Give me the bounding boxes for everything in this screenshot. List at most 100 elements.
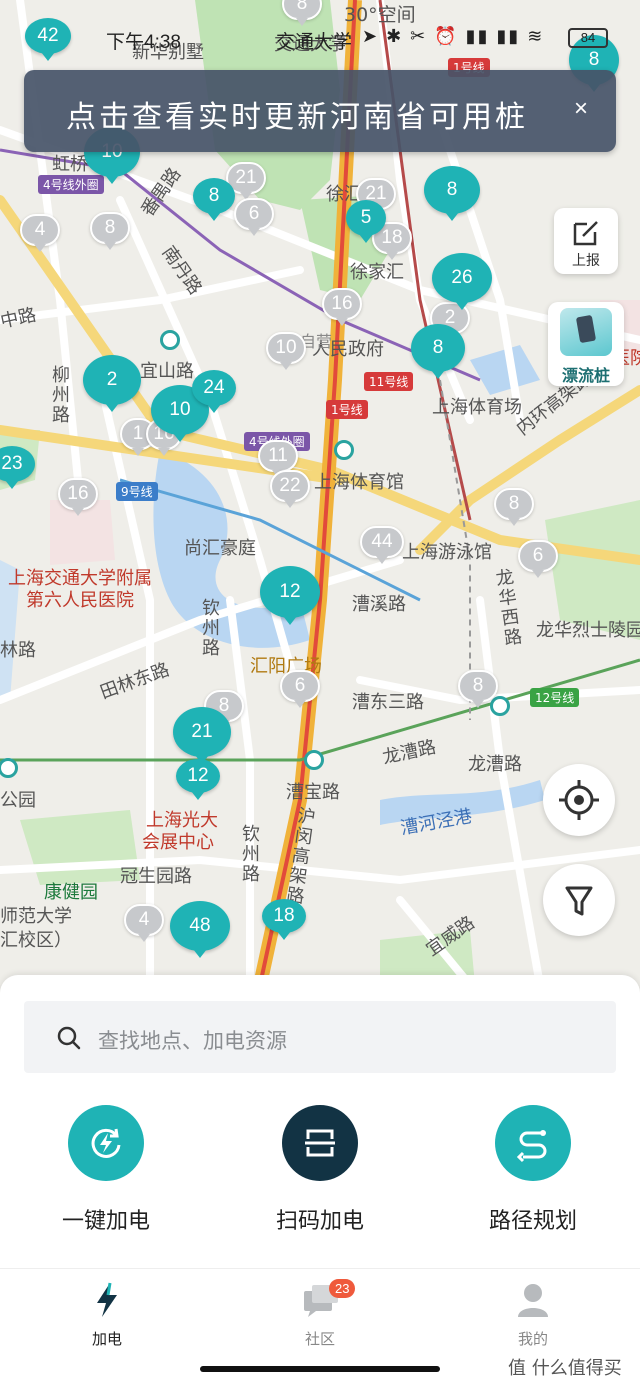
one-click-charge-icon xyxy=(68,1105,144,1181)
report-button[interactable]: 上报 xyxy=(554,208,618,274)
charger-marker-available[interactable]: 5 xyxy=(346,200,386,243)
tab-community[interactable]: 23 社区 xyxy=(265,1279,375,1349)
drift-charger-icon xyxy=(560,308,612,356)
charger-marker-available[interactable]: 26 xyxy=(432,253,492,310)
scan-charge-button[interactable]: 扫码加电 xyxy=(250,1105,390,1235)
place-label: 会展中心 xyxy=(142,832,214,853)
place-label: 漕溪路 xyxy=(352,594,406,615)
watermark: 值 什么值得买 xyxy=(508,1358,622,1379)
place-label: 公园 xyxy=(0,790,36,811)
place-label: 漕宝路 xyxy=(286,782,340,803)
drift-charger-label: 漂流桩 xyxy=(561,366,610,385)
search-bar[interactable]: 查找地点、加电资源 xyxy=(24,1001,616,1073)
battery-icon: 84 xyxy=(568,28,608,48)
status-icons: ➤ ✱ ✂ ⏰ ▮▮ ▮▮ ≋ xyxy=(362,26,545,46)
place-label: 林路 xyxy=(0,640,36,661)
filter-button[interactable] xyxy=(543,864,615,936)
metro-line-badge: 11号线 xyxy=(364,372,414,391)
status-time: 下午4:38 xyxy=(106,32,181,53)
charger-marker-unavailable[interactable]: 11 xyxy=(258,440,298,478)
place-label: 徐家汇 xyxy=(350,262,404,283)
scan-charge-label: 扫码加电 xyxy=(275,1209,364,1234)
metro-line-badge: 9号线 xyxy=(116,482,158,501)
metro-station-icon[interactable] xyxy=(304,750,324,770)
place-label: 龙华烈士陵园 xyxy=(536,620,640,641)
scan-icon xyxy=(282,1105,358,1181)
filter-icon xyxy=(565,886,593,916)
route-plan-button[interactable]: 路径规划 xyxy=(463,1105,603,1235)
place-label: 第六人民医院 xyxy=(26,590,134,611)
charger-marker-available[interactable]: 21 xyxy=(173,707,231,764)
charger-marker-unavailable[interactable]: 6 xyxy=(280,670,320,708)
status-network-label: 交通大学 xyxy=(276,32,353,53)
charger-marker-available[interactable]: 12 xyxy=(260,566,320,625)
charger-marker-unavailable[interactable]: 10 xyxy=(266,332,306,370)
tab-profile[interactable]: 我的 xyxy=(478,1281,588,1349)
place-label: 上海体育馆 xyxy=(314,472,404,493)
charger-marker-unavailable[interactable]: 4 xyxy=(20,214,60,252)
tab-charge-label: 加电 xyxy=(91,1330,122,1348)
charger-marker-available[interactable]: 48 xyxy=(170,901,230,958)
charger-marker-unavailable[interactable]: 6 xyxy=(234,198,274,236)
lightning-icon xyxy=(97,1282,117,1317)
report-label: 上报 xyxy=(572,253,600,269)
tab-charge[interactable]: 加电 xyxy=(52,1281,162,1349)
charger-marker-unavailable[interactable]: 22 xyxy=(270,470,310,508)
metro-station-icon[interactable] xyxy=(490,696,510,716)
tab-community-label: 社区 xyxy=(304,1330,335,1348)
close-icon[interactable]: × xyxy=(566,94,596,124)
charger-marker-available[interactable]: 8 xyxy=(424,166,480,221)
one-click-charge-button[interactable]: 一键加电 xyxy=(36,1105,176,1235)
banner-text: 点击查看实时更新河南省可用桩 xyxy=(66,100,528,135)
charger-marker-unavailable[interactable]: 16 xyxy=(58,478,98,516)
tab-bar: 加电 23 社区 我的 xyxy=(0,1268,640,1360)
drift-charger-button[interactable]: 漂流桩 xyxy=(548,302,624,386)
notice-banner[interactable]: 点击查看实时更新河南省可用桩 × xyxy=(24,70,616,152)
place-label: 虹桥 xyxy=(52,154,88,175)
metro-line-badge: 12号线 xyxy=(530,688,580,707)
charger-marker-available[interactable]: 2 xyxy=(83,355,141,412)
place-label: 上海游泳馆 xyxy=(402,542,492,563)
locate-button[interactable] xyxy=(543,764,615,836)
charger-marker-unavailable[interactable]: 16 xyxy=(322,288,362,326)
charger-marker-unavailable[interactable]: 8 xyxy=(494,488,534,526)
place-label: 宜山路 xyxy=(140,361,194,382)
place-label: 漕东三路 xyxy=(352,692,424,713)
search-placeholder: 查找地点、加电资源 xyxy=(98,1029,287,1053)
charger-marker-unavailable[interactable]: 4 xyxy=(124,904,164,942)
locate-icon xyxy=(559,780,599,820)
metro-station-icon[interactable] xyxy=(160,330,180,350)
place-label: 汇校区） xyxy=(0,930,72,951)
charger-marker-available[interactable]: 12 xyxy=(176,759,220,800)
charger-marker-available[interactable]: 8 xyxy=(193,178,235,221)
home-indicator xyxy=(200,1366,440,1372)
route-plan-label: 路径规划 xyxy=(488,1209,577,1234)
metro-station-icon[interactable] xyxy=(334,440,354,460)
place-label: 冠生园路 xyxy=(120,866,192,887)
community-badge: 23 xyxy=(329,1279,356,1298)
tab-profile-label: 我的 xyxy=(517,1330,548,1348)
metro-line-badge: 1号线 xyxy=(326,400,368,419)
charger-marker-unavailable[interactable]: 8 xyxy=(458,670,498,708)
metro-line-badge: 4号线外圈 xyxy=(38,175,104,194)
place-label: 龙漕路 xyxy=(468,754,522,775)
charger-marker-available[interactable]: 24 xyxy=(192,370,236,413)
place-label: 上海体育场 xyxy=(432,397,522,418)
edit-icon xyxy=(573,221,598,246)
charger-marker-unavailable[interactable]: 44 xyxy=(360,526,404,564)
user-icon xyxy=(518,1284,548,1317)
map-view[interactable]: 新华别墅 30°空间 交通大学 虹桥 番禺路 南丹路 徐家汇 徐汇 中路 宜山路… xyxy=(0,0,640,985)
charger-marker-unavailable[interactable]: 6 xyxy=(518,540,558,578)
place-label: 师范大学 xyxy=(0,906,72,927)
status-bar: 下午4:38 交通大学 ➤ ✱ ✂ ⏰ ▮▮ ▮▮ ≋ 84 xyxy=(0,22,640,56)
charger-marker-available[interactable]: 18 xyxy=(262,899,306,940)
charger-marker-available[interactable]: 8 xyxy=(411,324,465,379)
place-label: 康健园 xyxy=(44,882,98,903)
search-icon xyxy=(57,1026,81,1050)
one-click-charge-label: 一键加电 xyxy=(61,1209,150,1234)
place-label: 钦州路 xyxy=(199,598,220,658)
route-icon xyxy=(495,1105,571,1181)
place-label: 柳州路 xyxy=(49,365,70,425)
place-label: 尚汇豪庭 xyxy=(184,538,256,559)
charger-marker-unavailable[interactable]: 8 xyxy=(90,212,130,250)
